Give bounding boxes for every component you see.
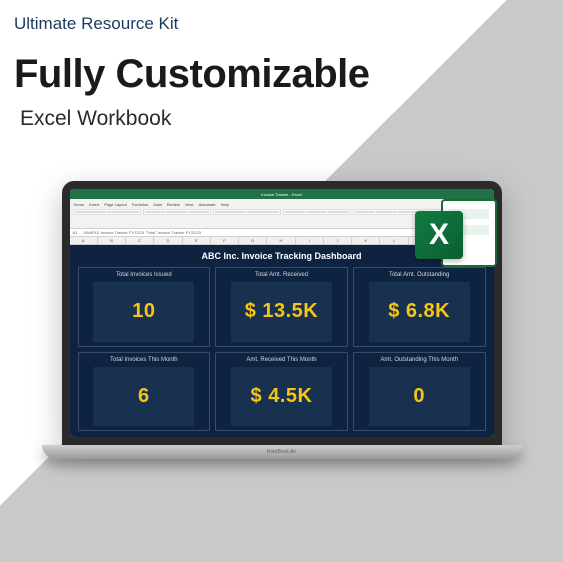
ribbon-button[interactable] — [145, 211, 166, 213]
kpi-value: 6 — [138, 385, 150, 408]
kpi-label: Total Amt. Received — [255, 272, 308, 278]
col-header[interactable]: B — [98, 237, 126, 244]
kpi-value-box: 6 — [93, 367, 194, 427]
kpi-value-box: $ 13.5K — [231, 282, 332, 342]
page-subtitle: Excel Workbook — [20, 107, 549, 131]
kpi-label: Amt. Outstanding This Month — [380, 357, 458, 363]
kpi-card: Total Amt. Outstanding $ 6.8K — [353, 267, 486, 347]
ribbon-button[interactable] — [166, 211, 187, 213]
ribbon-tab[interactable]: Data — [152, 202, 162, 207]
laptop-base: NoteBook Air — [42, 445, 522, 459]
kpi-value-box: $ 4.5K — [231, 367, 332, 427]
ribbon-group — [353, 209, 421, 215]
cell-reference: A1 — [73, 230, 78, 235]
kpi-value: 0 — [413, 385, 425, 408]
kpi-value: $ 13.5K — [245, 300, 319, 323]
col-header[interactable]: H — [267, 237, 295, 244]
ribbon-button[interactable] — [328, 211, 349, 213]
col-header[interactable]: I — [296, 237, 324, 244]
ribbon-tab[interactable]: Review — [166, 202, 181, 207]
ribbon-button[interactable] — [285, 211, 306, 213]
kpi-value: $ 6.8K — [388, 300, 450, 323]
ribbon-tab[interactable]: Automate — [198, 202, 217, 207]
kpi-value-box: 10 — [93, 282, 194, 342]
ribbon-tab[interactable]: Help — [220, 202, 230, 207]
header: Ultimate Resource Kit Fully Customizable… — [0, 0, 563, 131]
col-header[interactable]: G — [239, 237, 267, 244]
dashboard-sheet: ABC Inc. Invoice Tracking Dashboard Tota… — [70, 245, 494, 437]
col-header[interactable]: E — [183, 237, 211, 244]
ribbon-tab[interactable]: View — [184, 202, 195, 207]
kpi-card: Total Invoices This Month 6 — [78, 352, 211, 432]
page-title: Fully Customizable — [14, 52, 549, 97]
ribbon-group — [213, 209, 281, 215]
kpi-card: Amt. Outstanding This Month 0 — [353, 352, 486, 432]
kpi-card: Amt. Received This Month $ 4.5K — [215, 352, 348, 432]
kicker-text: Ultimate Resource Kit — [14, 14, 549, 34]
kpi-card: Total Invoices Issued 10 — [78, 267, 211, 347]
ribbon-group — [143, 209, 211, 215]
laptop-brand-text: NoteBook Air — [267, 449, 296, 455]
kpi-card: Total Amt. Received $ 13.5K — [215, 267, 348, 347]
kpi-value: $ 4.5K — [251, 385, 313, 408]
ribbon-tab[interactable]: Insert — [88, 202, 100, 207]
col-header[interactable]: F — [211, 237, 239, 244]
kpi-value-box: 0 — [369, 367, 470, 427]
ribbon-button[interactable] — [247, 211, 279, 213]
ribbon-group — [283, 209, 351, 215]
formula-text: SAMPLE Invoice Tracker FY22/23 "Total" I… — [83, 230, 201, 235]
ribbon-button[interactable] — [75, 211, 107, 213]
excel-logo-letter: X — [429, 218, 449, 252]
ribbon-button[interactable] — [376, 211, 397, 213]
ribbon-button[interactable] — [215, 211, 247, 213]
excel-logo-icon: X — [415, 195, 497, 273]
col-header[interactable]: L — [380, 237, 408, 244]
ribbon-tab[interactable]: Page Layout — [103, 202, 127, 207]
kpi-label: Amt. Received This Month — [246, 357, 316, 363]
col-header[interactable]: D — [154, 237, 182, 244]
dashboard-cards: Total Invoices Issued 10 Total Amt. Rece… — [78, 267, 486, 431]
ribbon-button[interactable] — [355, 211, 376, 213]
ribbon-tab[interactable]: Home — [73, 202, 86, 207]
kpi-label: Total Invoices Issued — [116, 272, 172, 278]
kpi-label: Total Invoices This Month — [110, 357, 178, 363]
col-header[interactable]: J — [324, 237, 352, 244]
ribbon-button[interactable] — [306, 211, 327, 213]
excel-title-text: Invoice Tracker - Excel — [261, 192, 301, 197]
ribbon-button[interactable] — [188, 211, 209, 213]
col-header[interactable]: A — [70, 237, 98, 244]
kpi-value: 10 — [132, 300, 155, 323]
col-header[interactable]: C — [126, 237, 154, 244]
ribbon-group — [73, 209, 141, 215]
ribbon-tab[interactable]: Formulas — [131, 202, 150, 207]
ribbon-button[interactable] — [107, 211, 139, 213]
col-header[interactable]: K — [352, 237, 380, 244]
excel-logo-badge: X — [415, 211, 463, 259]
kpi-value-box: $ 6.8K — [369, 282, 470, 342]
